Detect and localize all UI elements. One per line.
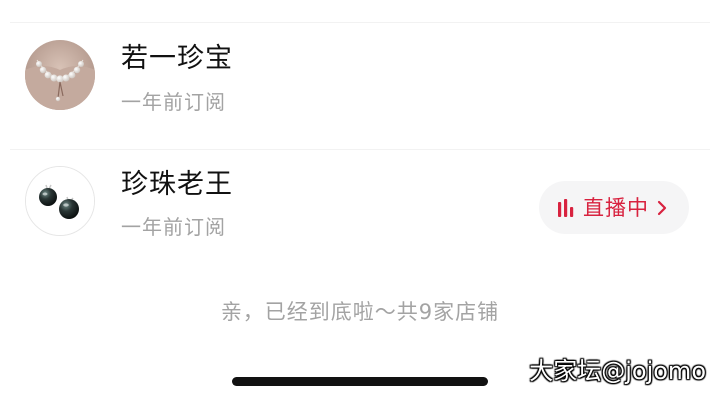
shop-row-ruoyi[interactable]: 若一珍宝 一年前订阅 bbox=[0, 30, 720, 140]
top-divider bbox=[10, 22, 710, 23]
watermark: 大家坛@jojomo bbox=[529, 357, 706, 385]
shop-name: 若一珍宝 bbox=[121, 43, 233, 74]
pearl-necklace-icon bbox=[25, 40, 95, 110]
subscribed-time: 一年前订阅 bbox=[121, 215, 226, 239]
subscribed-time: 一年前订阅 bbox=[121, 90, 226, 114]
shop-avatar[interactable] bbox=[25, 40, 95, 110]
live-button-label: 直播中 bbox=[583, 195, 649, 220]
chevron-right-icon bbox=[657, 200, 667, 215]
row-divider bbox=[10, 149, 710, 150]
shop-name: 珍珠老王 bbox=[121, 169, 233, 200]
end-of-list-text: 亲，已经到底啦～共9家店铺 bbox=[220, 300, 500, 324]
home-indicator[interactable] bbox=[232, 377, 488, 386]
subscribed-shops-page: 若一珍宝 一年前订阅 珍珠老王 一年前订阅 直播中 亲，已经到底啦～共9家店铺 … bbox=[0, 0, 720, 401]
shop-avatar[interactable] bbox=[25, 166, 95, 236]
live-streaming-button[interactable]: 直播中 bbox=[539, 181, 689, 234]
black-pearl-earrings-icon bbox=[26, 167, 94, 235]
live-bars-icon bbox=[558, 198, 574, 217]
